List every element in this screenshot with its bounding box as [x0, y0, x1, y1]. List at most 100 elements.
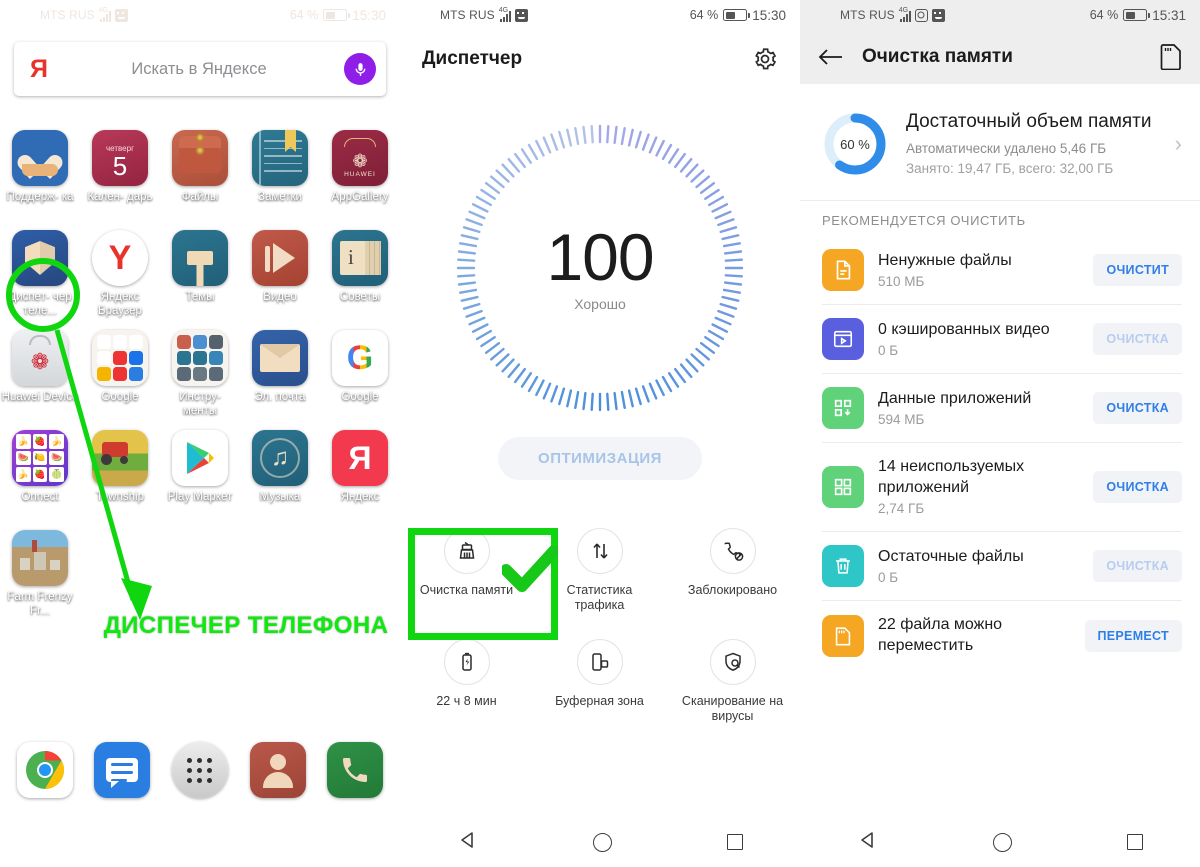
app-music[interactable]: ♫ Музыка [240, 424, 320, 524]
item-size: 594 МБ [878, 411, 925, 427]
clean-button[interactable]: ОЧИСТИТ [1093, 254, 1182, 286]
app-play-store[interactable]: Play Маркет [160, 424, 240, 524]
chrome-icon[interactable] [16, 742, 73, 798]
township-game-icon [92, 430, 148, 486]
app-google[interactable]: G Google [320, 324, 400, 424]
list-item[interactable]: Ненужные файлы 510 МБ ОЧИСТИТ [822, 236, 1182, 304]
status-bar-home: MTS RUS 4G 64 % 15:30 [0, 0, 400, 30]
dial-ticks: 100 Хорошо [455, 123, 745, 413]
android-nav-bar [800, 817, 1200, 867]
email-app-icon [252, 330, 308, 386]
storage-summary-title: Достаточный объем памяти [906, 111, 1152, 132]
clean-button[interactable]: ОЧИСТКА [1093, 323, 1182, 355]
back-triangle-icon[interactable] [858, 830, 878, 855]
manager-header: Диспетчер [400, 30, 800, 72]
microphone-icon[interactable] [344, 53, 376, 85]
app-label: Яндекс Браузер [98, 291, 142, 317]
face-icon [114, 8, 128, 22]
list-item[interactable]: 22 файла можно переместить ПЕРЕМЕСТ [822, 600, 1182, 671]
home-circle-icon[interactable] [992, 832, 1012, 852]
battery-icon [1123, 9, 1151, 21]
home-circle-icon[interactable] [592, 832, 612, 852]
list-item[interactable]: Данные приложений 594 МБ ОЧИСТКА [822, 373, 1182, 442]
item-name: 22 файла можно переместить [878, 616, 1003, 654]
list-item[interactable]: 14 неиспользуемых приложений 2,74 ГБ ОЧИ… [822, 442, 1182, 531]
app-yandex-browser[interactable]: Y Яндекс Браузер [80, 224, 160, 324]
farm-frenzy-game-icon [12, 530, 68, 586]
page-dot[interactable] [215, 715, 221, 720]
app-tips[interactable]: i Советы [320, 224, 400, 324]
feature-row: 22 ч 8 мин Буферная зона Сканирование на… [400, 631, 800, 724]
clean-button[interactable]: ОЧИСТКА [1093, 550, 1182, 582]
storage-summary-row[interactable]: 60 % Достаточный объем памяти Автоматиче… [800, 84, 1200, 200]
app-phone-manager[interactable]: Диспет- чер теле... [0, 224, 80, 324]
item-text: 0 кэшированных видео 0 Б [878, 319, 1079, 360]
app-appgallery[interactable]: ❁ HUAWEI AppGallery [320, 124, 400, 224]
search-placeholder: Искать в Яндексе [131, 59, 267, 78]
recents-square-icon[interactable] [1126, 834, 1143, 850]
folder-tools[interactable]: Инстру- менты [160, 324, 240, 424]
clean-button[interactable]: ОЧИСТКА [1093, 471, 1182, 503]
files-app-icon [172, 130, 228, 186]
feature-virus-scan[interactable]: Сканирование на вирусы [666, 631, 799, 724]
app-video[interactable]: Видео [240, 224, 320, 324]
app-yandex[interactable]: Я Яндекс [320, 424, 400, 524]
home-circle-icon[interactable] [192, 832, 212, 852]
app-label: Музыка [259, 491, 301, 503]
clean-button[interactable]: ОЧИСТКА [1093, 392, 1182, 424]
score-label: Хорошо [574, 295, 626, 312]
sd-card-icon[interactable] [1160, 44, 1182, 71]
app-drawer-icon[interactable] [171, 742, 228, 798]
folder-google[interactable]: Google [80, 324, 160, 424]
app-label: Onnect [21, 491, 59, 503]
storage-cleanup-panel: MTS RUS 4G 64 % 15:31 Очистка памяти 60 … [800, 0, 1200, 867]
chevron-right-icon[interactable]: › [1171, 131, 1182, 157]
app-farm-frenzy[interactable]: Farm Frenzy Fr... [0, 524, 80, 619]
list-item[interactable]: 0 кэшированных видео 0 Б ОЧИСТКА [822, 304, 1182, 373]
list-item[interactable]: Остаточные файлы 0 Б ОЧИСТКА [822, 531, 1182, 600]
app-label: Файлы [181, 191, 219, 203]
page-dot[interactable] [179, 715, 185, 720]
page-dot-active[interactable] [196, 715, 204, 722]
recents-square-icon[interactable] [726, 834, 743, 850]
feature-blocked[interactable]: Заблокировано [666, 520, 799, 613]
app-onnect[interactable]: 🍌 🍓 🍌 🍉 🍋 🍉 🍌 🍓 🍈 Onnect [0, 424, 80, 524]
video-app-icon [252, 230, 308, 286]
feature-battery[interactable]: 22 ч 8 мин [400, 631, 533, 724]
app-label: Кален- дарь [87, 191, 153, 203]
app-support[interactable]: Поддерж- ка [0, 124, 80, 224]
yandex-app-icon: Я [332, 430, 388, 486]
app-notes[interactable]: Заметки [240, 124, 320, 224]
app-huawei-device[interactable]: ❁ Huawei Device [0, 324, 80, 424]
gear-icon[interactable] [752, 46, 778, 72]
section-header-recommended: РЕКОМЕНДУЕТСЯ ОЧИСТИТЬ [800, 200, 1200, 236]
broom-icon [443, 528, 490, 574]
recents-square-icon[interactable] [326, 834, 343, 850]
app-themes[interactable]: Темы [160, 224, 240, 324]
yandex-search-bar[interactable]: Я Искать в Яндексе [14, 42, 386, 96]
move-button[interactable]: ПЕРЕМЕСТ [1084, 620, 1182, 652]
app-calendar[interactable]: четверг 5 Кален- дарь [80, 124, 160, 224]
optimize-button[interactable]: ОПТИМИЗАЦИЯ [498, 437, 702, 480]
feature-app-twin[interactable]: Буферная зона [533, 631, 666, 724]
app-label: Эл. почта [254, 391, 306, 403]
phone-icon[interactable] [327, 742, 384, 798]
app-label: Google [101, 391, 139, 403]
arrow-left-icon[interactable] [818, 47, 844, 67]
back-triangle-icon[interactable] [58, 830, 78, 855]
back-triangle-icon[interactable] [458, 830, 478, 855]
app-township[interactable]: Township [80, 424, 160, 524]
item-name: Данные приложений [878, 389, 1032, 407]
app-email[interactable]: Эл. почта [240, 324, 320, 424]
clean-scroll-area[interactable]: 60 % Достаточный объем памяти Автоматиче… [800, 84, 1200, 817]
support-app-icon [12, 130, 68, 186]
google-app-icon: G [332, 330, 388, 386]
camera-icon [914, 8, 928, 22]
messages-icon[interactable] [94, 742, 151, 798]
storage-donut-chart: 60 % [822, 111, 888, 177]
item-text: Ненужные файлы 510 МБ [878, 250, 1079, 291]
app-files[interactable]: Файлы [160, 124, 240, 224]
contacts-icon[interactable] [249, 742, 306, 798]
app-row: ❁ Huawei Device Google Инстру- менты Эл.… [0, 324, 400, 424]
huawei-device-icon: ❁ [12, 330, 68, 386]
